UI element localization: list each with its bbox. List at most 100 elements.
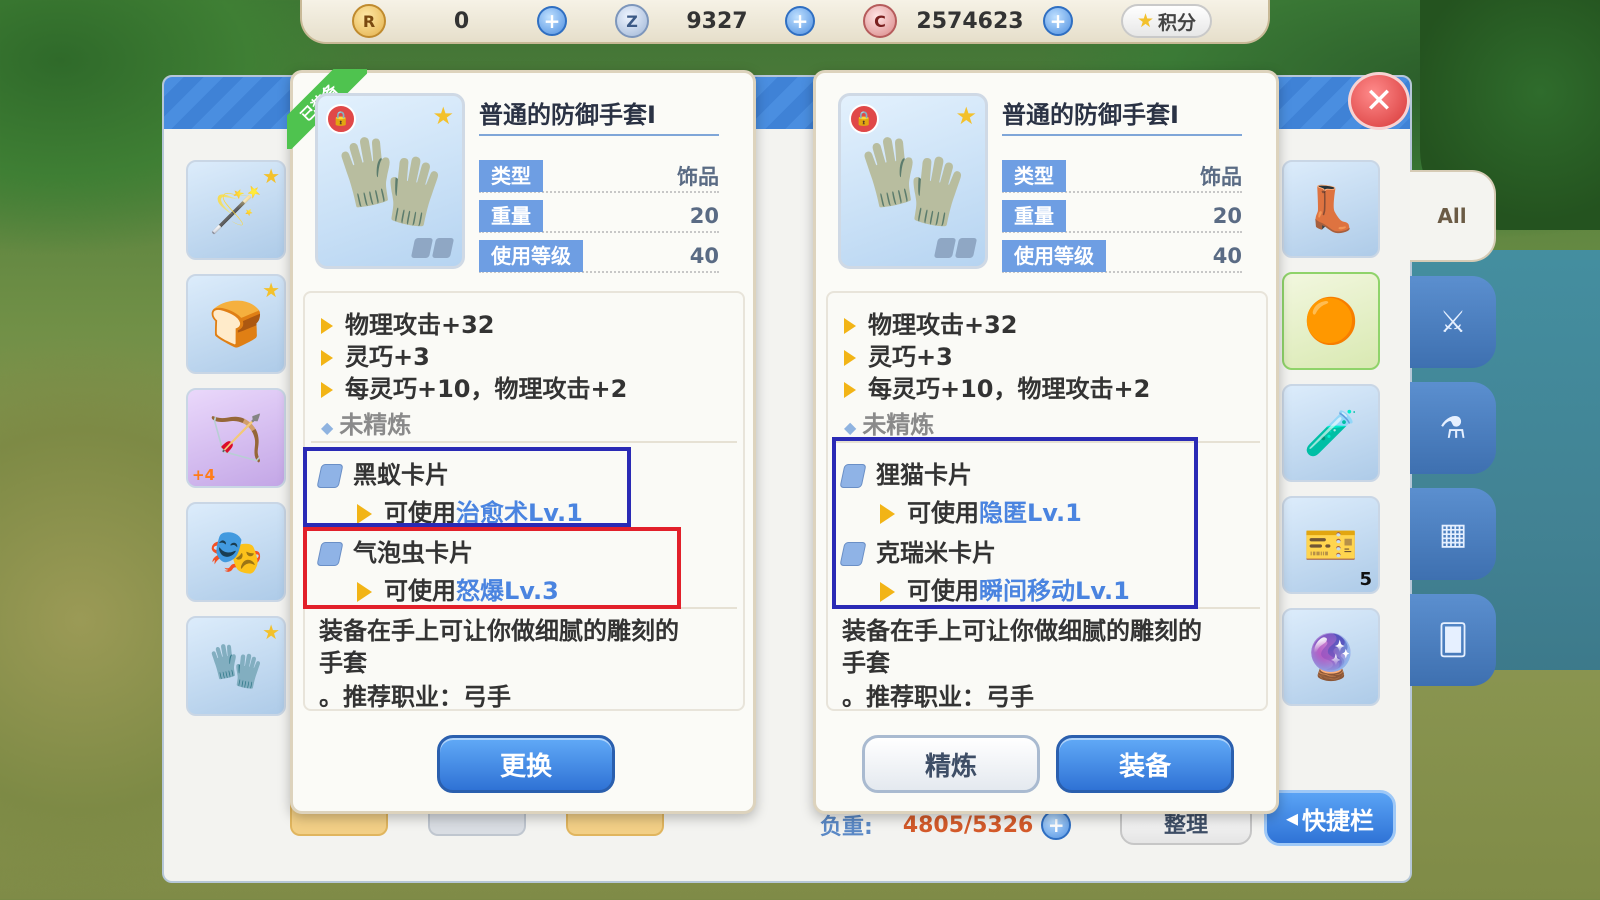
effect-text: 每灵巧+10，物理攻击+2	[345, 375, 628, 403]
c-amount: 2574623	[916, 8, 1024, 34]
chevron-left-icon: ◂	[1285, 804, 1299, 832]
potion-icon: 🧪	[1303, 408, 1359, 459]
r-coin-icon: R	[352, 4, 386, 38]
stat-label: 使用等级	[479, 240, 583, 272]
r-amount: 0	[453, 8, 470, 34]
refine-badge: +4	[192, 466, 216, 484]
replace-button[interactable]: 更换	[437, 735, 615, 793]
selected-item-card: 🔒 ★ 🧤 普通的防御手套Ⅰ 类型 饰品 重量 20 使用等级 40 物理攻击+…	[813, 70, 1279, 814]
shortcut-label: 快捷栏	[1302, 806, 1375, 835]
glove-icon: 🧤	[208, 641, 264, 692]
c-currency: C 2574623 +	[863, 4, 1073, 38]
triangle-icon	[844, 382, 856, 398]
equip-slot-wand[interactable]: 🪄 ★	[186, 160, 286, 260]
stat-label: 重量	[1002, 200, 1066, 232]
equip-button[interactable]: 装备	[1056, 735, 1234, 793]
weapon-icon: ⚔	[1439, 304, 1467, 340]
stat-label: 类型	[479, 160, 543, 192]
inventory-slot-ticket[interactable]: 🎫 5	[1282, 496, 1380, 594]
inventory-slot-orb[interactable]: 🔮	[1282, 608, 1380, 706]
tab-all[interactable]: All	[1410, 170, 1496, 262]
points-button[interactable]: ★ 积分	[1121, 4, 1213, 38]
weight-value: 4805/5326	[902, 812, 1034, 838]
stat-value: 饰品	[1200, 165, 1242, 189]
inventory-slot-poring[interactable]: 🟠	[1282, 272, 1380, 370]
equipment-slot-column: 🪄 ★ 🍞 ★ 🏹 +4 🎭 🧤 ★	[186, 160, 288, 730]
stat-weight: 重量 20	[479, 200, 719, 233]
equip-slot-glove[interactable]: 🧤 ★	[186, 616, 286, 716]
flask-icon: ⚗	[1439, 410, 1467, 446]
refine-text: 未精炼	[339, 411, 412, 439]
highlight-box-red	[303, 527, 681, 609]
refine-button[interactable]: 精炼	[862, 735, 1040, 793]
equip-slot-bow[interactable]: 🏹 +4	[186, 388, 286, 488]
effect-line: 物理攻击+32	[844, 305, 1018, 340]
recommend-line: 。推荐职业：弓手	[842, 683, 1034, 711]
card-slots-icon	[410, 238, 455, 258]
close-button[interactable]: ✕	[1348, 72, 1410, 130]
item-icon-box: 🔒 ★ 🧤	[315, 93, 465, 269]
stat-value: 40	[1212, 244, 1242, 268]
description-line: 装备在手上可让你做细腻的雕刻的	[842, 617, 1202, 645]
effect-text: 每灵巧+10，物理攻击+2	[868, 375, 1151, 403]
equipped-item-card: 已装备 🔒 ★ 🧤 普通的防御手套Ⅰ 类型 饰品 重量 20 使用等级 40 物…	[287, 69, 756, 814]
zeny-amount: 9327	[686, 8, 748, 34]
star-icon: ★	[262, 278, 280, 302]
card-slots-icon	[933, 238, 978, 258]
currency-bar: R 0 + Z 9327 + C 2574623 + ★ 积分	[300, 0, 1270, 44]
recommend-line: 。推荐职业：弓手	[319, 683, 511, 711]
c-coin-icon: C	[863, 4, 897, 38]
add-c-button[interactable]: +	[1043, 6, 1073, 36]
effect-text: 灵巧+3	[345, 343, 430, 371]
stat-value: 20	[1212, 204, 1242, 228]
triangle-icon	[321, 350, 333, 366]
tab-cards[interactable]: 🂠	[1410, 594, 1496, 686]
star-icon: ★	[262, 620, 280, 644]
triangle-icon	[321, 318, 333, 334]
refine-status: ◆ 未精炼	[844, 405, 934, 440]
description-line: 装备在手上可让你做细腻的雕刻的	[319, 617, 679, 645]
item-title: 普通的防御手套Ⅰ	[479, 95, 719, 136]
stat-label: 类型	[1002, 160, 1066, 192]
zeny-coin-icon: Z	[615, 4, 649, 38]
star-icon: ★	[1137, 10, 1155, 32]
wand-icon: 🪄	[208, 185, 264, 236]
star-icon: ★	[955, 102, 977, 130]
bow-icon: 🏹	[208, 413, 264, 464]
equip-slot-bread[interactable]: 🍞 ★	[186, 274, 286, 374]
tab-consumables[interactable]: ⚗	[1410, 382, 1496, 474]
description-line: 手套	[842, 649, 890, 677]
tab-equipment[interactable]: ⚔	[1410, 276, 1496, 368]
inventory-slot-boots[interactable]: 👢	[1282, 160, 1380, 258]
divider	[311, 441, 737, 443]
item-title: 普通的防御手套Ⅰ	[1002, 95, 1242, 136]
grid-icon: ▦	[1438, 516, 1468, 552]
boots-icon: 👢	[1303, 184, 1359, 235]
inventory-column: 👢 🟠 🧪 🎫 5 🔮	[1282, 160, 1382, 720]
stat-label: 重量	[479, 200, 543, 232]
orb-icon: 🔮	[1303, 632, 1359, 683]
equip-slot-mask[interactable]: 🎭	[186, 502, 286, 602]
effect-line: 每灵巧+10，物理攻击+2	[844, 369, 1150, 404]
stat-type: 类型 饰品	[1002, 160, 1242, 193]
shortcut-bar-button[interactable]: ◂ 快捷栏	[1264, 790, 1396, 846]
add-weight-button[interactable]: +	[1041, 810, 1072, 840]
zeny-currency: Z 9327 +	[615, 4, 815, 38]
highlight-box-blue	[303, 447, 631, 527]
refine-status: ◆ 未精炼	[321, 405, 411, 440]
add-r-button[interactable]: +	[537, 6, 567, 36]
inventory-slot-potion[interactable]: 🧪	[1282, 384, 1380, 482]
triangle-icon	[844, 318, 856, 334]
bag-all-icon: All	[1437, 204, 1467, 228]
add-zeny-button[interactable]: +	[784, 6, 815, 36]
diamond-icon: ◆	[321, 418, 334, 437]
ticket-icon: 🎫	[1303, 520, 1359, 571]
stat-label: 使用等级	[1002, 240, 1106, 272]
stat-value: 20	[689, 204, 719, 228]
tab-misc[interactable]: ▦	[1410, 488, 1496, 580]
diamond-icon: ◆	[844, 418, 857, 437]
effect-line: 每灵巧+10，物理攻击+2	[321, 369, 627, 404]
stat-level: 使用等级 40	[479, 240, 719, 273]
refine-text: 未精炼	[862, 411, 935, 439]
effect-text: 物理攻击+32	[868, 311, 1018, 339]
